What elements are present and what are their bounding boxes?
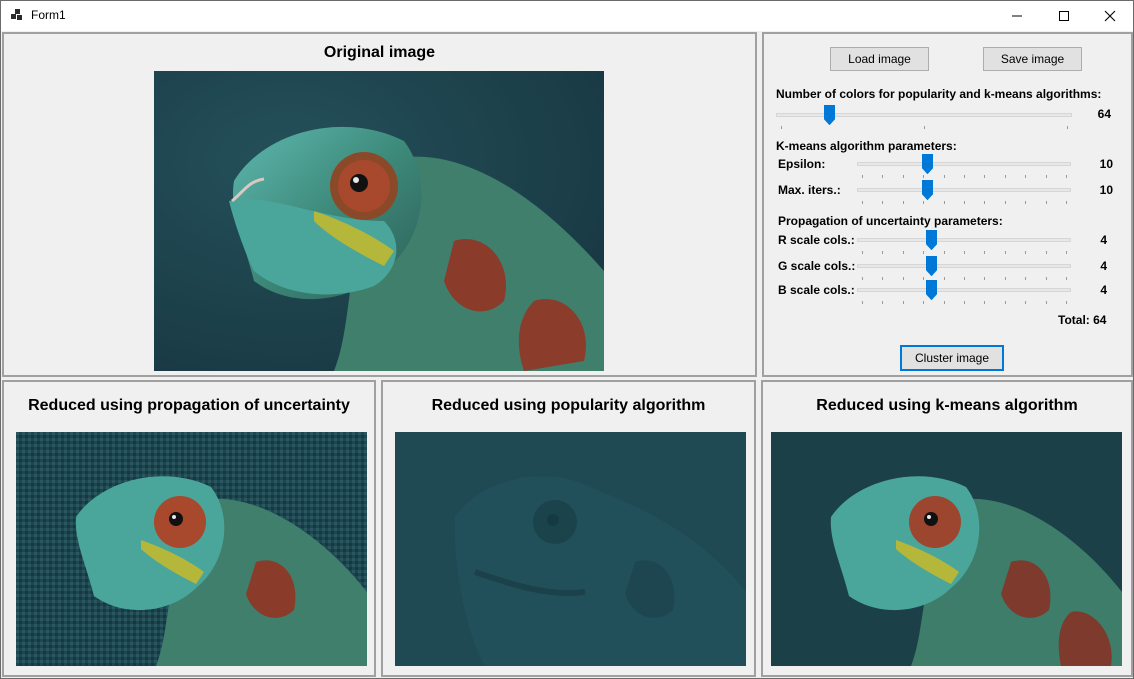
total-colors-label: Total: 64 [1058,313,1107,327]
minimize-button[interactable] [994,1,1040,31]
popularity-image [395,432,746,666]
original-image [154,71,604,371]
slider-thumb[interactable] [922,180,933,201]
slider-ticks [857,277,1071,281]
slider-thumb[interactable] [926,256,937,277]
slider-track [776,113,1072,117]
minimize-icon [1012,15,1022,17]
r-scale-label: R scale cols.: [778,233,855,247]
r-scale-value: 4 [1100,233,1107,247]
g-scale-slider[interactable] [857,256,1071,284]
g-scale-label: G scale cols.: [778,259,856,273]
slider-ticks [857,251,1071,255]
slider-track [857,162,1071,166]
slider-ticks [776,126,1072,130]
load-image-button[interactable]: Load image [830,47,929,71]
window-title: Form1 [31,8,66,22]
main-window: Form1 Original image Load image Save ima… [0,0,1134,679]
epsilon-label: Epsilon: [778,157,826,171]
slider-ticks [857,175,1071,179]
b-scale-value: 4 [1100,283,1107,297]
max-iters-label: Max. iters.: [778,183,841,197]
kmeans-params-header: K-means algorithm parameters: [776,139,957,153]
app-icon [11,9,23,21]
popularity-title: Reduced using popularity algorithm [431,397,706,414]
epsilon-value: 10 [1099,157,1113,171]
slider-ticks [857,301,1071,305]
original-image-title: Original image [323,44,436,61]
num-colors-value: 64 [1097,107,1111,121]
kmeans-panel: Reduced using k-means algorithm [761,380,1133,677]
close-button[interactable] [1087,1,1133,31]
num-colors-slider[interactable] [776,105,1072,133]
maximize-icon [1059,11,1069,21]
max-iters-slider[interactable] [857,180,1071,208]
slider-thumb[interactable] [926,280,937,301]
propagation-panel: Reduced using propagation of uncertainty [2,380,376,677]
slider-track [857,264,1071,268]
slider-track [857,238,1071,242]
cluster-image-button[interactable]: Cluster image [900,345,1004,371]
propagation-params-header: Propagation of uncertainty parameters: [778,214,1003,228]
slider-track [857,188,1071,192]
title-bar[interactable]: Form1 [1,1,1133,31]
b-scale-label: B scale cols.: [778,283,855,297]
r-scale-slider[interactable] [857,230,1071,258]
g-scale-value: 4 [1100,259,1107,273]
original-image-panel: Original image [2,32,757,377]
kmeans-title: Reduced using k-means algorithm [816,397,1078,414]
propagation-image [16,432,367,666]
save-image-button[interactable]: Save image [983,47,1082,71]
popularity-panel: Reduced using popularity algorithm [381,380,756,677]
slider-ticks [857,201,1071,205]
slider-thumb[interactable] [926,230,937,251]
slider-thumb[interactable] [922,154,933,175]
b-scale-slider[interactable] [857,280,1071,308]
propagation-title: Reduced using propagation of uncertainty [28,397,350,414]
num-colors-label: Number of colors for popularity and k-me… [776,87,1102,101]
epsilon-slider[interactable] [857,154,1071,182]
slider-track [857,288,1071,292]
close-icon [1104,10,1116,22]
maximize-button[interactable] [1041,1,1087,31]
max-iters-value: 10 [1099,183,1113,197]
slider-thumb[interactable] [824,105,835,126]
kmeans-image [771,432,1122,666]
controls-panel: Load image Save image Number of colors f… [762,32,1133,377]
